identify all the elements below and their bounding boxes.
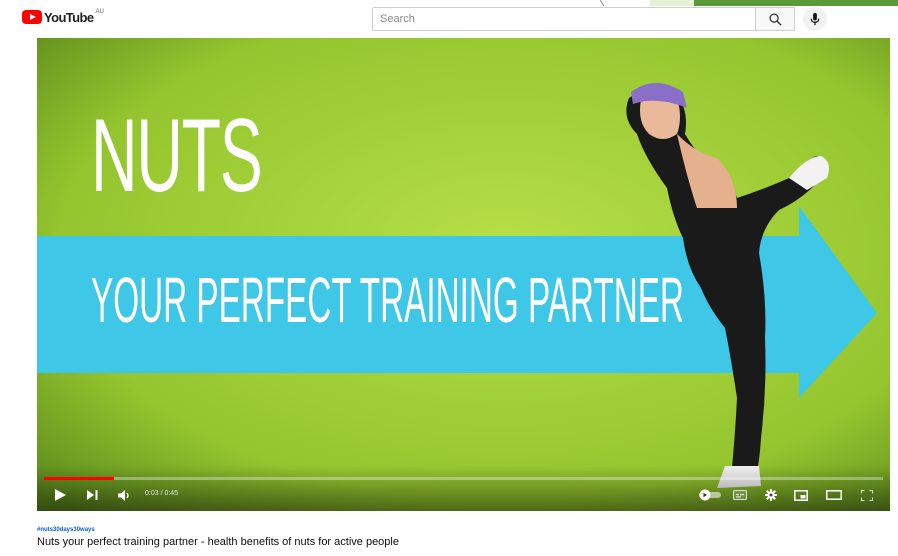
overlay-title: NUTS — [91, 98, 263, 214]
progress-bar[interactable] — [44, 477, 883, 480]
fullscreen-icon — [861, 489, 873, 501]
fullscreen-button[interactable] — [859, 486, 875, 504]
search-input[interactable]: Search — [372, 7, 756, 31]
volume-icon — [118, 489, 129, 501]
logo-text: YouTube — [44, 10, 94, 25]
youtube-logo[interactable]: YouTube AU — [22, 9, 104, 25]
next-button[interactable] — [85, 486, 99, 504]
progress-played — [44, 477, 115, 480]
volume-button[interactable] — [117, 486, 133, 504]
microphone-icon — [810, 12, 820, 25]
masthead: YouTube AU Search — [0, 0, 898, 38]
hashtag-link[interactable]: #nuts30days30ways — [37, 527, 95, 533]
search-icon — [768, 12, 782, 26]
settings-icon — [765, 489, 777, 501]
video-title: Nuts your perfect training partner - hea… — [37, 536, 399, 548]
youtube-logo-icon — [22, 10, 42, 24]
settings-button[interactable] — [763, 486, 779, 504]
overlay-banner: YOUR PERFECT TRAINING PARTNER — [91, 264, 684, 336]
region-label: AU — [95, 9, 104, 15]
play-icon — [54, 489, 66, 501]
subtitles-icon — [733, 490, 747, 500]
next-icon — [86, 490, 97, 500]
video-player[interactable]: 0:03 / 0:45 NUTS YOUR PERFECT TRAINING P… — [37, 38, 890, 511]
autoplay-toggle-icon — [699, 489, 721, 501]
theater-icon — [826, 490, 842, 500]
top-decoration — [600, 0, 898, 6]
miniplayer-icon — [794, 489, 808, 501]
theater-button[interactable] — [825, 486, 843, 504]
play-button[interactable] — [53, 486, 67, 504]
search-button[interactable] — [755, 7, 795, 31]
subtitles-button[interactable] — [731, 486, 749, 504]
miniplayer-button[interactable] — [793, 486, 809, 504]
time-display: 0:03 / 0:45 — [145, 490, 179, 497]
autoplay-toggle[interactable] — [695, 486, 725, 504]
voice-search-button[interactable] — [803, 7, 827, 31]
